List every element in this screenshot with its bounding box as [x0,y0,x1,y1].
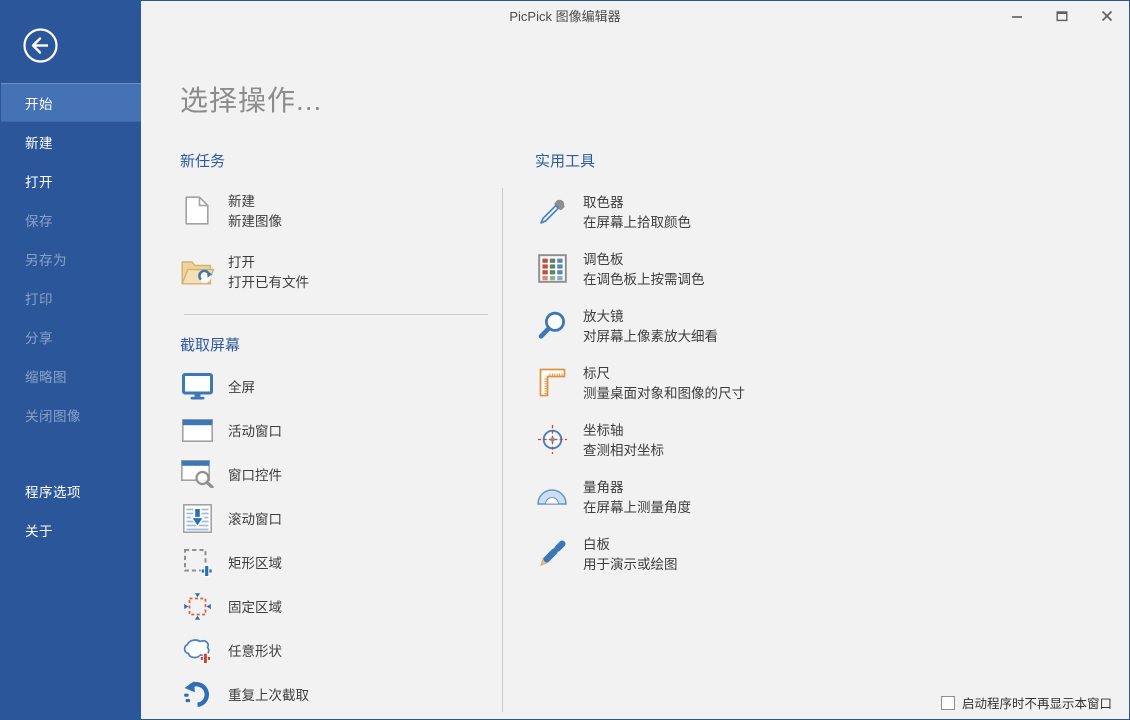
tool-crosshair[interactable]: 坐标轴 查测相对坐标 [535,421,745,461]
scrolling-window-icon [180,501,214,535]
maximize-button[interactable] [1039,1,1084,30]
tool-subtitle: 对屏幕上像素放大细看 [583,327,718,347]
sidebar-item-close-image: 关闭图像 [1,395,141,434]
tool-title: 白板 [583,535,678,555]
startup-checkbox-label: 启动程序时不再显示本窗口 [962,693,1112,712]
window-controls [994,1,1129,30]
right-column: 实用工具 取色器 [503,150,745,716]
tool-ruler[interactable]: 标尺 测量桌面对象和图像的尺寸 [535,364,745,404]
crosshair-icon [535,421,569,457]
tool-title: 放大镜 [583,307,718,327]
tool-subtitle: 查测相对坐标 [583,441,664,461]
minimize-icon [1011,10,1023,22]
item-title: 新建 [228,192,282,212]
tool-protractor[interactable]: 量角器 在屏幕上测量角度 [535,478,745,518]
tool-whiteboard[interactable]: 白板 用于演示或绘图 [535,535,745,575]
capture-active-window[interactable]: 活动窗口 [180,408,502,452]
close-icon [1101,10,1113,22]
left-column: 新任务 新建 新建图像 [180,150,502,716]
window-control-icon [180,457,214,491]
capture-label: 矩形区域 [228,552,282,572]
tool-title: 量角器 [583,478,691,498]
minimize-button[interactable] [994,1,1039,30]
open-file-item[interactable]: 打开 打开已有文件 [180,253,502,293]
tool-title: 坐标轴 [583,421,664,441]
page-title: 选择操作... [180,79,1129,119]
capture-repeat-last[interactable]: 重复上次截取 [180,672,502,716]
freehand-shape-icon [180,633,214,667]
app-window: PicPick 图像编辑器 开始 新建 打开 保存 另存为 打印 分享 缩略图 … [0,0,1130,720]
maximize-icon [1056,10,1068,22]
capture-window-control[interactable]: 窗口控件 [180,452,502,496]
startup-checkbox[interactable] [941,696,955,710]
fullscreen-monitor-icon [180,369,214,403]
sidebar-item-about[interactable]: 关于 [1,510,141,549]
new-image-item[interactable]: 新建 新建图像 [180,192,502,232]
item-subtitle: 新建图像 [228,212,282,232]
new-document-icon [180,192,214,228]
capture-label: 重复上次截取 [228,684,309,704]
sidebar-item-new[interactable]: 新建 [1,122,141,161]
sidebar-item-print: 打印 [1,278,141,317]
tool-subtitle: 在屏幕上测量角度 [583,498,691,518]
capture-fixed-region[interactable]: 固定区域 [180,584,502,628]
open-folder-icon [180,253,214,289]
sidebar-item-open[interactable]: 打开 [1,161,141,200]
color-palette-icon [535,250,569,286]
back-button[interactable] [22,27,59,64]
tool-list: 取色器 在屏幕上拾取颜色 [535,193,745,575]
backstage-sidebar: 开始 新建 打开 保存 另存为 打印 分享 缩略图 关闭图像 程序选项 关于 [1,1,141,719]
tool-subtitle: 在调色板上按需调色 [583,270,705,290]
capture-label: 窗口控件 [228,464,282,484]
capture-label: 活动窗口 [228,420,282,440]
ruler-icon [535,364,569,400]
capture-list: 全屏 活动窗口 [180,364,502,716]
capture-label: 任意形状 [228,640,282,660]
section-title-utilities: 实用工具 [535,150,745,171]
capture-freehand[interactable]: 任意形状 [180,628,502,672]
whiteboard-pen-icon [535,535,569,571]
color-picker-icon [535,193,569,229]
tool-color-picker[interactable]: 取色器 在屏幕上拾取颜色 [535,193,745,233]
sidebar-item-options[interactable]: 程序选项 [1,471,141,510]
sidebar-item-save-as: 另存为 [1,239,141,278]
sidebar-nav-bottom: 程序选项 关于 [1,471,141,549]
section-divider [184,314,488,315]
rectangle-region-icon [180,545,214,579]
close-button[interactable] [1084,1,1129,30]
item-subtitle: 打开已有文件 [228,273,309,293]
capture-fullscreen[interactable]: 全屏 [180,364,502,408]
tool-subtitle: 用于演示或绘图 [583,555,678,575]
capture-label: 固定区域 [228,596,282,616]
back-arrow-icon [22,27,59,64]
tool-magnifier[interactable]: 放大镜 对屏幕上像素放大细看 [535,307,745,347]
active-window-icon [180,413,214,447]
repeat-capture-icon [180,677,214,711]
tool-subtitle: 在屏幕上拾取颜色 [583,213,691,233]
tool-title: 调色板 [583,250,705,270]
sidebar-item-save: 保存 [1,200,141,239]
backstage-content: 选择操作... 新任务 新建 新建图像 [141,1,1129,719]
magnifier-icon [535,307,569,343]
main-area: 选择操作... 新任务 新建 新建图像 [141,1,1129,719]
startup-checkbox-row[interactable]: 启动程序时不再显示本窗口 [941,693,1112,712]
item-title: 打开 [228,253,309,273]
sidebar-item-share: 分享 [1,317,141,356]
capture-label: 滚动窗口 [228,508,282,528]
sidebar-item-home[interactable]: 开始 [1,83,141,122]
protractor-icon [535,478,569,514]
sidebar-nav: 开始 新建 打开 保存 另存为 打印 分享 缩略图 关闭图像 [1,83,141,434]
capture-rectangle-region[interactable]: 矩形区域 [180,540,502,584]
tool-title: 取色器 [583,193,691,213]
tool-color-palette[interactable]: 调色板 在调色板上按需调色 [535,250,745,290]
tool-subtitle: 测量桌面对象和图像的尺寸 [583,384,745,404]
tool-title: 标尺 [583,364,745,384]
capture-label: 全屏 [228,376,255,396]
section-title-new-tasks: 新任务 [180,150,502,171]
sidebar-item-thumbnail: 缩略图 [1,356,141,395]
fixed-region-icon [180,589,214,623]
section-title-screen-capture: 截取屏幕 [180,334,502,355]
capture-scrolling-window[interactable]: 滚动窗口 [180,496,502,540]
